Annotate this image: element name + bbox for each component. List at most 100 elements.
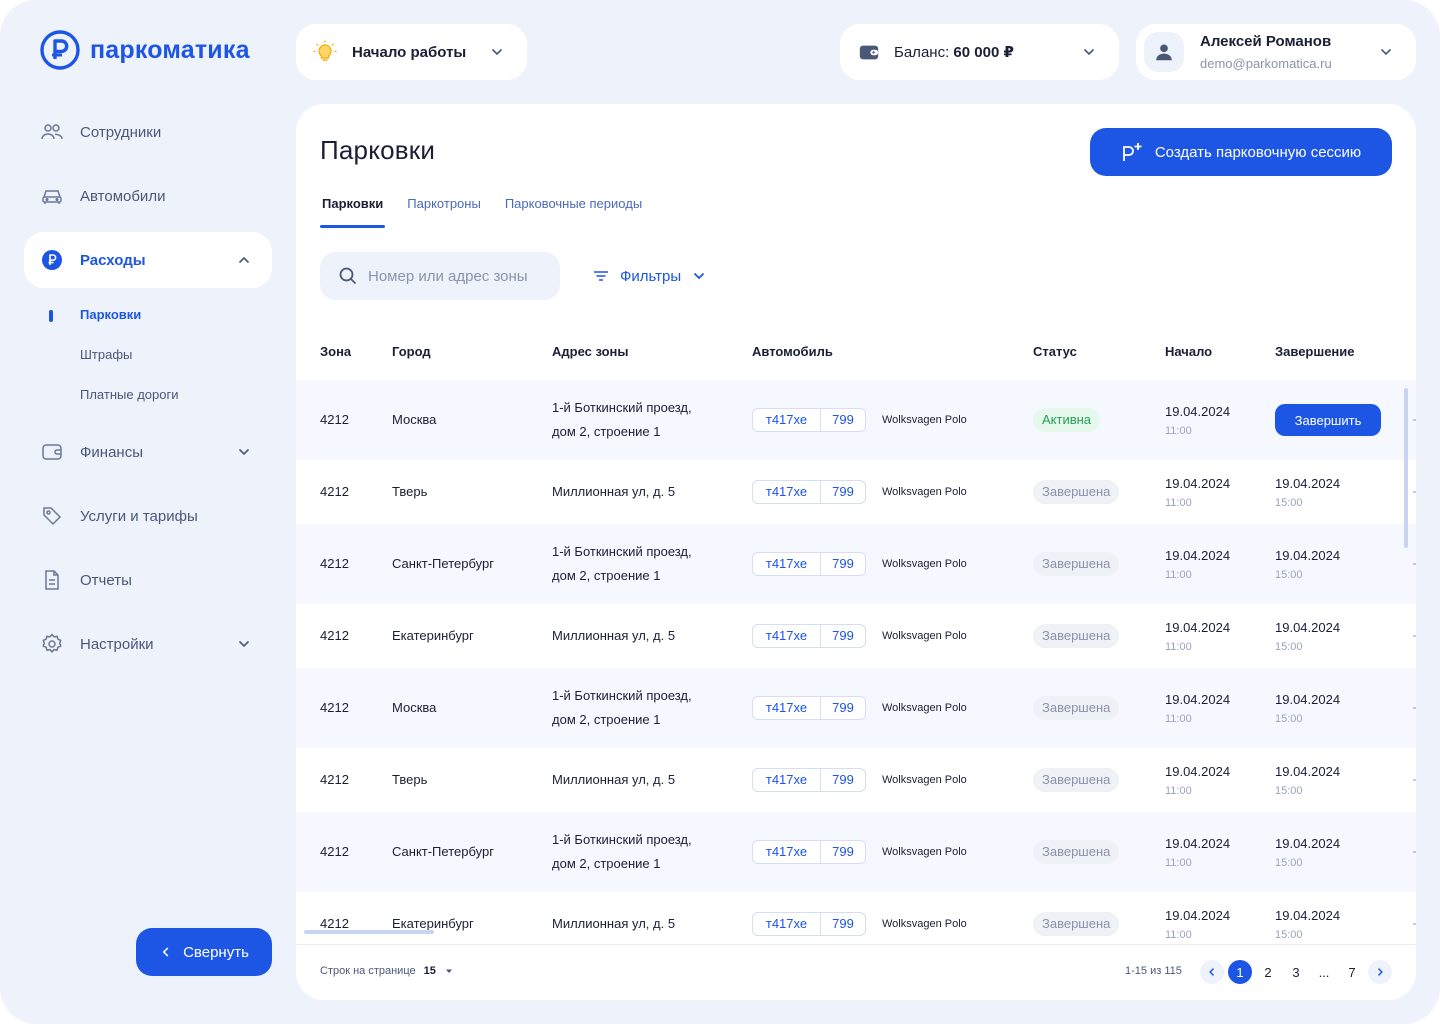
balance-text: Баланс: 60 000 ₽ (894, 43, 1014, 61)
address-line-1: 1-й Боткинский проезд, (552, 544, 692, 559)
search-input[interactable] (368, 267, 548, 285)
license-plate[interactable]: т417хе 799 (752, 552, 866, 576)
license-plate[interactable]: т417хе 799 (752, 696, 866, 720)
balance-value: 60 000 ₽ (953, 44, 1014, 61)
search-box (320, 252, 560, 300)
table-row[interactable]: 4212 Екатеринбург Миллионная ул, д. 5 т417… (296, 892, 1416, 944)
start-date: 19.04.2024 (1165, 908, 1231, 923)
balance-dropdown[interactable]: Баланс: 60 000 ₽ (840, 24, 1119, 80)
column-header-city[interactable]: Город (392, 344, 431, 359)
status-badge: Завершена (1033, 768, 1120, 792)
car-model: Wolksvagen Polo (882, 846, 967, 858)
license-plate[interactable]: т417хе 799 (752, 912, 866, 936)
column-header-end[interactable]: Завершение (1275, 344, 1355, 359)
start-date: 19.04.2024 (1165, 476, 1231, 491)
end-time: 15:00 (1275, 569, 1303, 581)
wallet-icon (40, 440, 64, 464)
subitem-fines[interactable]: Штрафы (80, 347, 132, 362)
sidebar-item-expenses[interactable]: Расходы (24, 232, 272, 288)
status-badge: Завершена (1033, 696, 1120, 720)
table-row[interactable]: 4212 Тверь Миллионная ул, д. 5 т417хе 799 … (296, 460, 1416, 524)
page-button[interactable]: 1 (1228, 960, 1252, 984)
tab-parkings[interactable]: Парковки (320, 194, 386, 228)
table-row[interactable]: 4212 Москва 1-й Боткинский проезд, дом 2, с… (296, 380, 1416, 460)
horizontal-scrollbar[interactable] (304, 930, 434, 934)
chevron-down-icon (491, 48, 503, 56)
sidebar-item-reports[interactable]: Отчеты (24, 552, 272, 608)
sidebar-item-label: Сотрудники (80, 123, 162, 141)
column-header-car[interactable]: Автомобиль (752, 344, 833, 359)
prev-page-button[interactable] (1200, 960, 1224, 984)
start-date: 19.04.2024 (1165, 764, 1231, 779)
start-time: 11:00 (1165, 857, 1192, 869)
vertical-scrollbar[interactable] (1404, 388, 1408, 548)
logo-mark-icon (40, 30, 80, 70)
column-header-zone[interactable]: Зона (320, 344, 351, 359)
sidebar-item-cars[interactable]: Автомобили (24, 168, 272, 224)
overflow-column-hint (1413, 419, 1416, 421)
overflow-column-hint (1413, 635, 1416, 637)
status-badge: Завершена (1033, 840, 1120, 864)
logo[interactable]: паркоматика (40, 30, 250, 70)
table-footer: Строк на странице 15 1-15 из 115 1 2 3... 7 (296, 944, 1416, 1000)
column-header-address[interactable]: Адрес зоны (552, 344, 629, 359)
chevron-down-icon (694, 272, 705, 280)
plate-region: 799 (832, 772, 854, 787)
page-button[interactable]: 3 (1284, 960, 1308, 984)
start-date: 19.04.2024 (1165, 620, 1231, 635)
filters-button[interactable]: Фильтры (592, 264, 707, 288)
city-cell: Тверь (392, 484, 428, 499)
collapse-sidebar-button[interactable]: Свернуть (136, 928, 272, 976)
zone-cell: 4212 (320, 844, 349, 859)
column-header-status[interactable]: Статус (1033, 344, 1077, 359)
page-title: Парковки (320, 135, 436, 165)
subitem-toll-roads[interactable]: Платные дороги (80, 387, 178, 402)
table-row[interactable]: 4212 Санкт-Петербург 1-й Боткинский проезд… (296, 524, 1416, 604)
table-row[interactable]: 4212 Тверь Миллионная ул, д. 5 т417хе 799 … (296, 748, 1416, 812)
status-badge: Активна (1033, 408, 1101, 432)
sidebar-item-settings[interactable]: Настройки (24, 616, 272, 672)
column-header-start[interactable]: Начало (1165, 344, 1212, 359)
next-page-button[interactable] (1368, 960, 1392, 984)
zone-cell: 4212 (320, 556, 349, 571)
license-plate[interactable]: т417хе 799 (752, 408, 866, 432)
plate-number: т417хе (753, 625, 821, 647)
page-button[interactable]: 2 (1256, 960, 1280, 984)
lightbulb-icon (313, 40, 337, 61)
getting-started-dropdown[interactable]: Начало работы (296, 24, 527, 80)
start-time: 11:00 (1165, 569, 1192, 581)
table-row[interactable]: 4212 Москва 1-й Боткинский проезд, дом 2, с… (296, 668, 1416, 748)
address-cell: Миллионная ул, д. 5 (552, 772, 676, 787)
start-date: 19.04.2024 (1165, 692, 1231, 707)
end-date: 19.04.2024 (1275, 620, 1341, 635)
sidebar-item-services[interactable]: Услуги и тарифы (24, 488, 272, 544)
start-time: 11:00 (1165, 425, 1192, 437)
page-button[interactable]: 7 (1340, 960, 1364, 984)
license-plate[interactable]: т417хе 799 (752, 480, 866, 504)
license-plate[interactable]: т417хе 799 (752, 840, 866, 864)
address-line-1: 1-й Боткинский проезд, (552, 688, 692, 703)
license-plate[interactable]: т417хе 799 (752, 768, 866, 792)
start-time: 11:00 (1165, 497, 1192, 509)
start-date: 19.04.2024 (1165, 548, 1231, 563)
create-parking-session-button[interactable]: Создать парковочную сессию (1090, 128, 1392, 176)
city-cell: Екатеринбург (392, 628, 474, 643)
rows-per-page[interactable]: Строк на странице 15 (320, 965, 454, 977)
subitem-parkings[interactable]: Парковки (80, 307, 141, 322)
license-plate[interactable]: т417хе 799 (752, 624, 866, 648)
tab-parkotrons[interactable]: Паркотроны (405, 194, 483, 228)
user-menu[interactable]: Алексей Романов demo@parkomatica.ru (1136, 24, 1416, 80)
filters-label: Фильтры (620, 267, 682, 285)
sidebar-item-employees[interactable]: Сотрудники (24, 104, 272, 160)
rows-per-page-label: Строк на странице (320, 965, 416, 977)
plate-region: 799 (832, 556, 854, 571)
tab-parking-periods[interactable]: Парковочные периоды (503, 194, 644, 228)
car-model: Wolksvagen Polo (882, 486, 967, 498)
table-row[interactable]: 4212 Екатеринбург Миллионная ул, д. 5 т417… (296, 604, 1416, 668)
finish-session-button[interactable]: Завершить (1275, 404, 1381, 436)
plate-region: 799 (832, 916, 854, 931)
address-cell: Миллионная ул, д. 5 (552, 916, 676, 931)
sidebar-item-finance[interactable]: Финансы (24, 424, 272, 480)
table-row[interactable]: 4212 Санкт-Петербург 1-й Боткинский проезд… (296, 812, 1416, 892)
address-line-1: 1-й Боткинский проезд, (552, 832, 692, 847)
